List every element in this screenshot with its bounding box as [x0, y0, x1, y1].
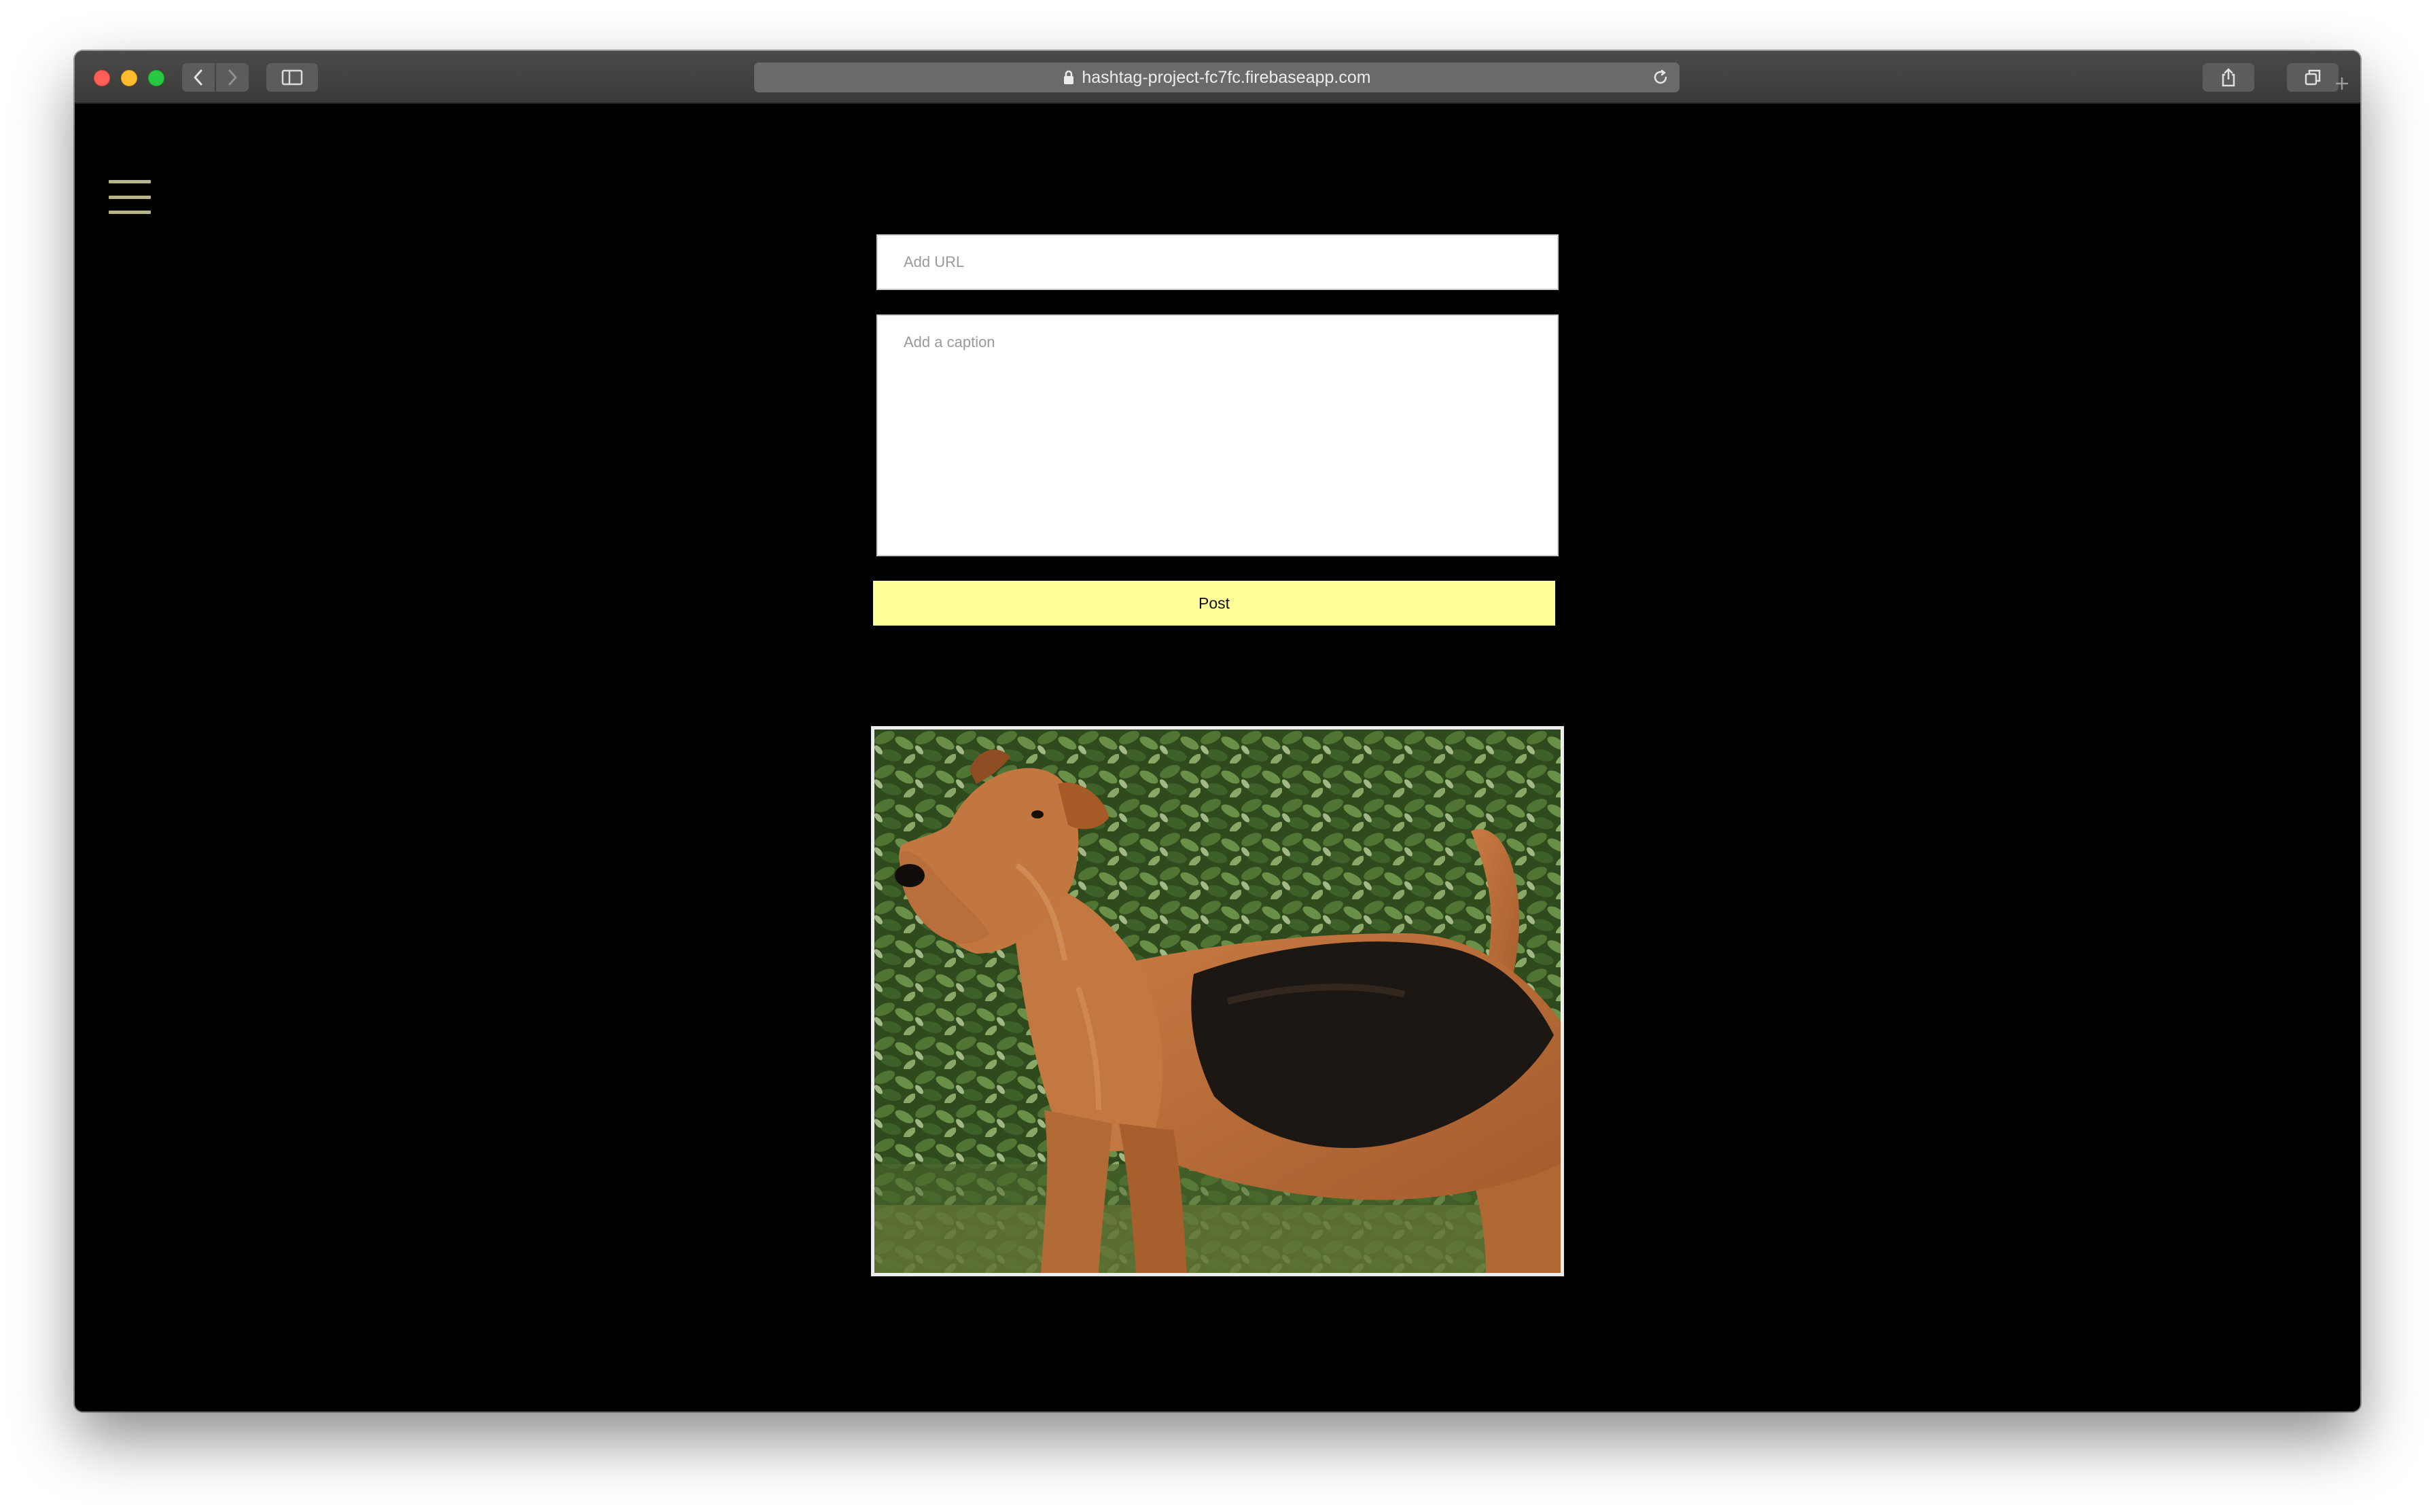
caption-input[interactable]: [876, 314, 1559, 556]
lock-icon: [1063, 70, 1075, 85]
browser-toolbar: hashtag-project-fc7fc.firebaseapp.com: [75, 51, 2360, 104]
reload-icon[interactable]: [1651, 68, 1670, 87]
share-button[interactable]: [2203, 63, 2254, 92]
page-content: Post: [75, 104, 2360, 1411]
new-tab-button[interactable]: [2325, 65, 2359, 103]
post-image: [871, 726, 1564, 1276]
hamburger-line: [109, 211, 151, 214]
browser-window: hashtag-project-fc7fc.firebaseapp.com Po…: [75, 51, 2360, 1411]
forward-button[interactable]: [216, 63, 249, 92]
maximize-window-button[interactable]: [148, 70, 164, 86]
hamburger-menu-icon[interactable]: [109, 180, 151, 214]
close-window-button[interactable]: [94, 70, 110, 86]
minimize-window-button[interactable]: [121, 70, 137, 86]
sidebar-icon: [281, 69, 303, 86]
tabs-overview-icon: [2305, 69, 2321, 86]
hamburger-line: [109, 180, 151, 183]
hamburger-line: [109, 195, 151, 199]
address-bar[interactable]: hashtag-project-fc7fc.firebaseapp.com: [754, 62, 1679, 92]
share-icon: [2222, 68, 2235, 87]
chevron-right-icon: [228, 69, 237, 86]
back-button[interactable]: [182, 63, 215, 92]
address-url: hashtag-project-fc7fc.firebaseapp.com: [1082, 67, 1371, 87]
url-input[interactable]: [876, 234, 1559, 290]
post-button[interactable]: Post: [873, 581, 1555, 626]
dog-photo-illustration: [874, 730, 1561, 1273]
plus-icon: [2336, 77, 2348, 90]
sidebar-button[interactable]: [266, 63, 318, 92]
chevron-left-icon: [194, 69, 202, 86]
